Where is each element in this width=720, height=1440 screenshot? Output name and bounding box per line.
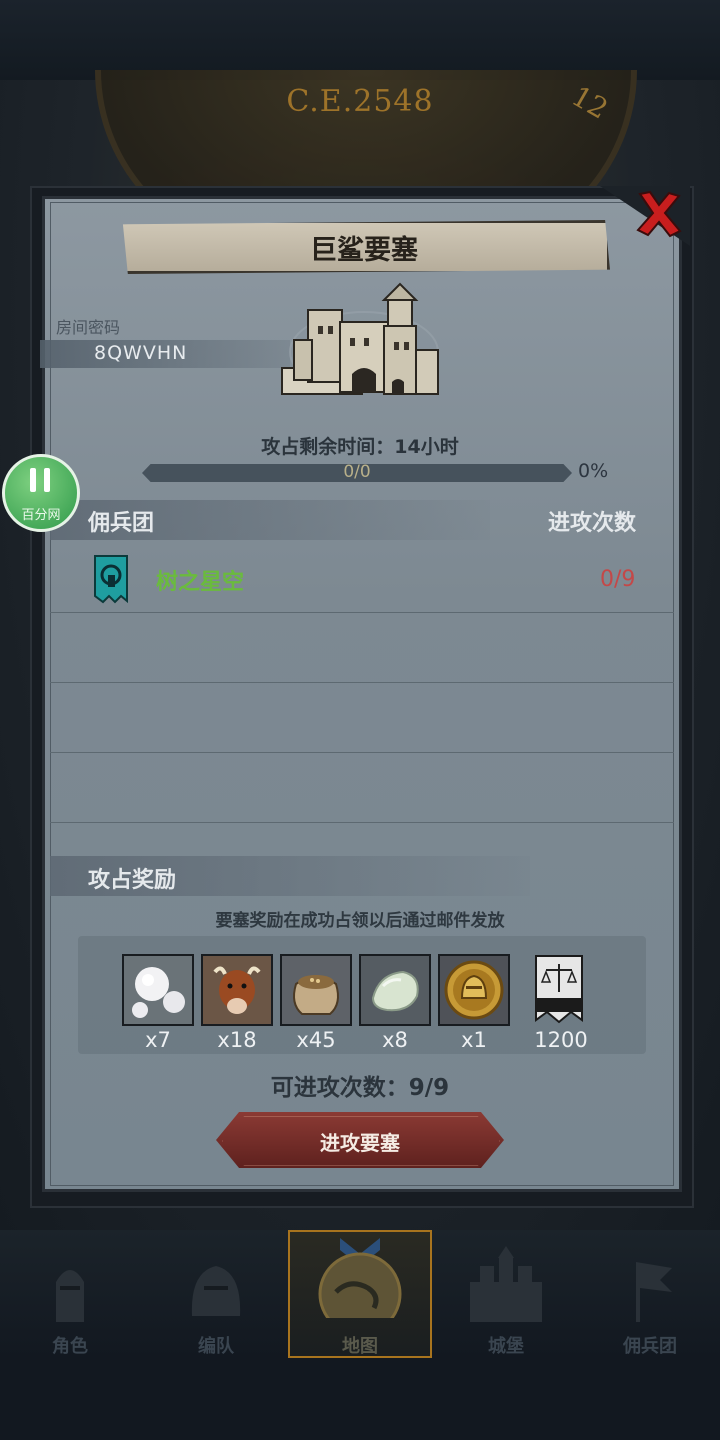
- nav-label: 佣兵团: [623, 1336, 677, 1357]
- nav-item-map[interactable]: 地图: [290, 1236, 430, 1357]
- row-divider: [50, 612, 674, 613]
- room-password: 8QWVHN: [94, 342, 188, 364]
- castle-icon: [470, 1246, 542, 1322]
- nav-label: 城堡: [488, 1336, 524, 1357]
- attack-fortress-label: 进攻要塞: [320, 1131, 400, 1155]
- globe-icon: [318, 1238, 402, 1318]
- nav-item-character[interactable]: 角色: [0, 1236, 140, 1357]
- era-year: C.E.2548: [286, 84, 434, 119]
- pause-icon: [44, 468, 50, 492]
- nav-label: 编队: [198, 1336, 234, 1357]
- row-divider: [50, 752, 674, 753]
- close-icon: [636, 190, 682, 238]
- knight-icon: [56, 1270, 84, 1322]
- bottom-nav-base: [0, 1360, 720, 1440]
- fortress-castle-icon: [280, 282, 442, 398]
- capture-progress-percent: 0%: [578, 460, 609, 482]
- justice-banner-icon[interactable]: [526, 954, 592, 1026]
- nav-item-formation[interactable]: 编队: [146, 1236, 286, 1357]
- fortress-title: 巨鲨要塞: [310, 235, 418, 266]
- nav-item-mercenary[interactable]: 佣兵团: [580, 1236, 720, 1357]
- mercenary-flag-icon: [636, 1262, 672, 1322]
- stone-icon[interactable]: [359, 954, 431, 1026]
- capture-time-remaining: 攻占剩余时间：14小时: [261, 436, 459, 458]
- reward-header: 攻占奖励: [88, 868, 177, 893]
- capture-progress-text: 0/0: [343, 462, 371, 482]
- reward-qty: x18: [217, 1028, 257, 1052]
- available-attacks: 可进攻次数：9/9: [270, 1075, 450, 1101]
- close-button[interactable]: [632, 188, 686, 240]
- helmet-icon: [191, 1266, 241, 1316]
- knight-coin-icon[interactable]: [438, 954, 510, 1026]
- nav-label: 角色: [52, 1336, 88, 1357]
- reward-qty: x1: [461, 1028, 487, 1052]
- reward-qty: x45: [296, 1028, 336, 1052]
- guild-flag-icon: [94, 555, 128, 605]
- row-divider: [50, 682, 674, 683]
- pearl-icon[interactable]: [122, 954, 194, 1026]
- room-password-label: 房间密码: [56, 318, 121, 337]
- reward-note: 要塞奖励在成功占领以后通过邮件发放: [215, 911, 505, 931]
- cattle-icon[interactable]: [201, 954, 273, 1026]
- pause-icon: [30, 468, 36, 492]
- row-divider: [50, 822, 674, 823]
- grain-sack-icon[interactable]: [280, 954, 352, 1026]
- reward-qty: x8: [382, 1028, 408, 1052]
- nav-label: 地图: [342, 1336, 378, 1357]
- floating-widget-label: 百分网: [21, 508, 61, 523]
- nav-item-castle[interactable]: 城堡: [436, 1236, 576, 1357]
- guild-attack-count: 0/9: [600, 567, 636, 592]
- reward-qty: x7: [145, 1028, 171, 1052]
- attack-count-header: 进攻次数: [548, 511, 637, 536]
- guild-name[interactable]: 树之星空: [156, 564, 244, 596]
- mercenary-header: 佣兵团: [88, 511, 155, 536]
- reward-qty: 1200: [534, 1028, 588, 1052]
- top-bar: [0, 0, 720, 80]
